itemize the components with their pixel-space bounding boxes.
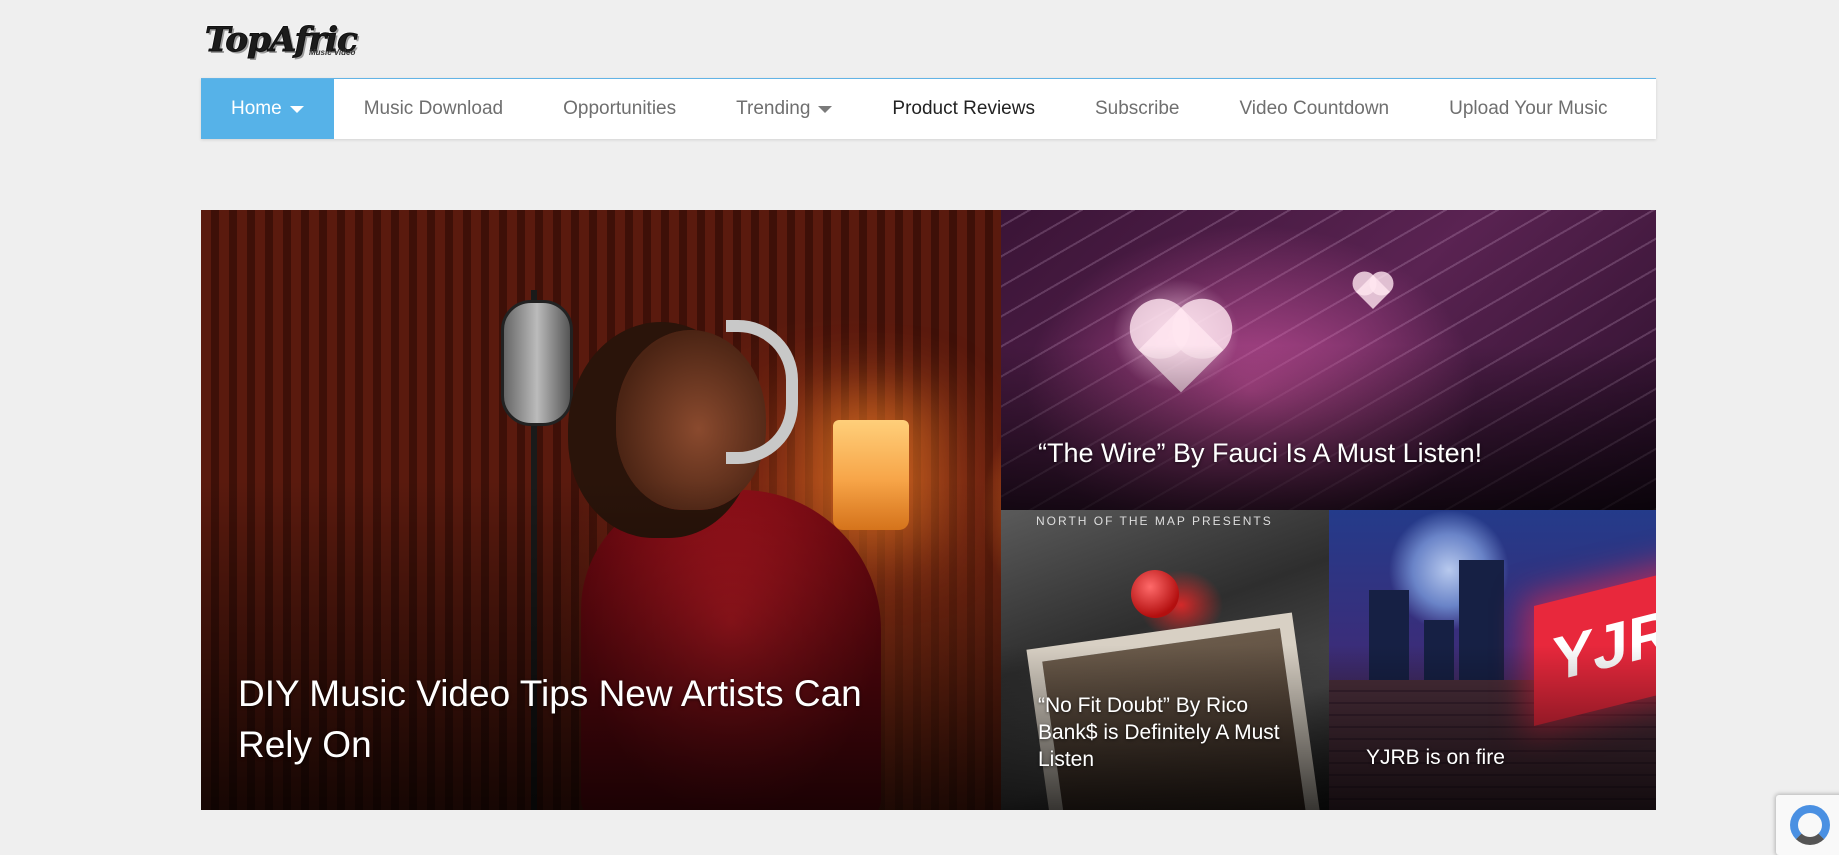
- caption-gradient: [1001, 345, 1656, 510]
- nav-item-label: Product Reviews: [892, 98, 1035, 119]
- nav-item-trending[interactable]: Trending: [706, 79, 862, 139]
- nav-item-label: Opportunities: [563, 98, 677, 119]
- featured-post-top-right[interactable]: “The Wire” By Fauci Is A Must Listen!: [1001, 210, 1656, 510]
- caret-down-icon: [818, 105, 833, 113]
- nav-item-home[interactable]: Home: [201, 79, 334, 139]
- post-title[interactable]: “The Wire” By Fauci Is A Must Listen!: [1038, 438, 1482, 469]
- heart-artwork: [1356, 275, 1390, 309]
- caption-gradient: [1329, 645, 1656, 810]
- recaptcha-icon: [1790, 805, 1830, 845]
- recaptcha-badge[interactable]: [1776, 795, 1839, 855]
- nav-item-label: Subscribe: [1094, 98, 1180, 119]
- post-title[interactable]: YJRB is on fire: [1366, 746, 1505, 770]
- main-navigation: Home Music Download Opportunities Trendi…: [201, 78, 1656, 139]
- caret-down-icon: [289, 105, 304, 113]
- featured-post-bottom-mid[interactable]: NORTH OF THE MAP PRESENTS “No Fit Doubt”…: [1001, 510, 1329, 810]
- logo-subtext: Music Video: [309, 48, 356, 57]
- nav-item-product-reviews[interactable]: Product Reviews: [862, 79, 1065, 139]
- nav-item-label: Home: [231, 98, 282, 119]
- nav-item-upload-your-music[interactable]: Upload Your Music: [1419, 79, 1637, 139]
- featured-post-main[interactable]: DIY Music Video Tips New Artists Can Rel…: [201, 210, 1001, 810]
- nav-item-label: Trending: [736, 98, 811, 119]
- nav-item-opportunities[interactable]: Opportunities: [533, 79, 706, 139]
- nav-item-subscribe[interactable]: Subscribe: [1065, 79, 1210, 139]
- microphone-artwork: [501, 300, 573, 426]
- nav-item-video-countdown[interactable]: Video Countdown: [1209, 79, 1419, 139]
- post-title[interactable]: “No Fit Doubt” By Rico Bank$ is Definite…: [1038, 692, 1288, 773]
- pushpin-artwork: [1131, 570, 1179, 618]
- featured-post-bottom-right[interactable]: YJRI YJRB is on fire: [1329, 510, 1656, 810]
- site-logo[interactable]: TopAfric Music Video: [205, 20, 419, 61]
- nav-item-music-download[interactable]: Music Download: [334, 79, 533, 139]
- artwork-text: NORTH OF THE MAP PRESENTS: [1036, 514, 1273, 528]
- nav-item-label: Video Countdown: [1239, 98, 1390, 119]
- headphones-artwork: [726, 320, 798, 464]
- nav-item-label: Upload Your Music: [1449, 98, 1608, 119]
- post-title[interactable]: DIY Music Video Tips New Artists Can Rel…: [238, 668, 938, 770]
- nav-item-label: Music Download: [363, 98, 504, 119]
